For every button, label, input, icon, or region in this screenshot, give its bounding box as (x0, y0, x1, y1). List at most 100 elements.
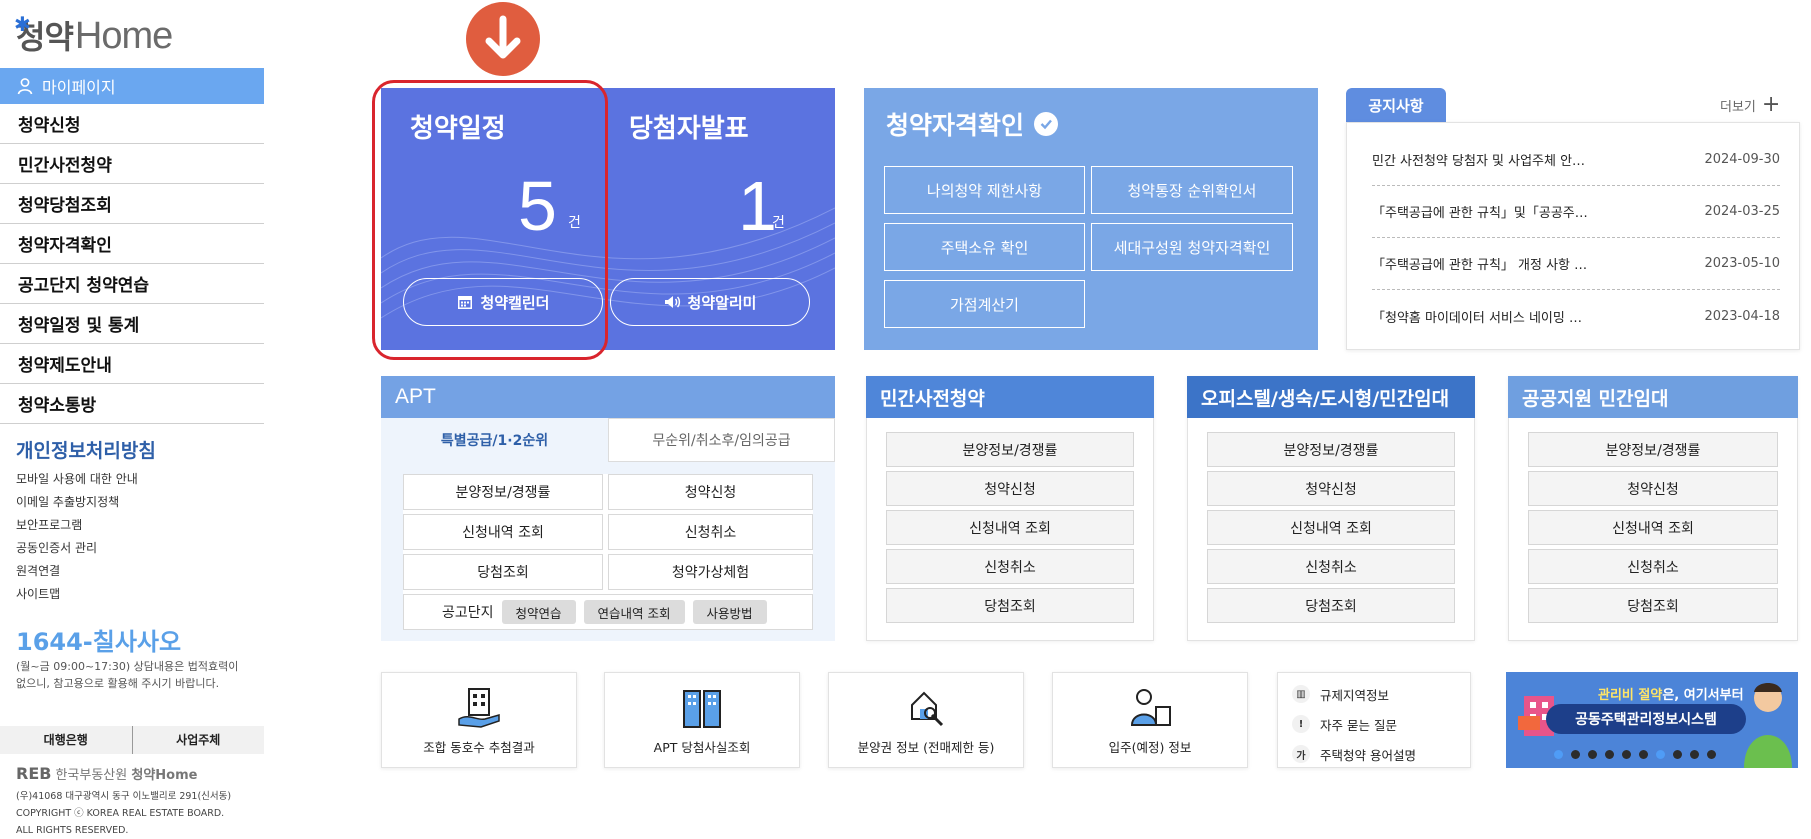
cat2-cancel-button[interactable]: 신청취소 (1207, 549, 1455, 584)
account-rank-button[interactable]: 청약통장 순위확인서 (1091, 166, 1293, 214)
apt-history-button[interactable]: 신청내역 조회 (403, 514, 603, 550)
cat1-history-button[interactable]: 신청내역 조회 (886, 510, 1134, 545)
public-rental-header: 공공지원 민간임대 (1508, 376, 1798, 418)
cat3-history-button[interactable]: 신청내역 조회 (1528, 510, 1778, 545)
cat3-apply-button[interactable]: 청약신청 (1528, 471, 1778, 506)
house-ownership-button[interactable]: 주택소유 확인 (884, 223, 1085, 271)
menu-item-qualification[interactable]: 청약자격확인 (0, 224, 264, 264)
cat2-apply-button[interactable]: 청약신청 (1207, 471, 1455, 506)
regulated-area-link[interactable]: ▥ 규제지역정보 (1292, 679, 1470, 709)
cat2-history-button[interactable]: 신청내역 조회 (1207, 510, 1455, 545)
apt-virtual-button[interactable]: 청약가상체험 (608, 554, 813, 590)
my-restriction-button[interactable]: 나의청약 제한사항 (884, 166, 1085, 214)
tab-no-rank[interactable]: 무순위/취소후/임의공급 (608, 418, 835, 462)
notice-item[interactable]: 「청약홈 마이데이터 서비스 네이밍 … 2023-04-18 (1372, 290, 1780, 342)
footer-links: 모바일 사용에 대한 안내 이메일 추출방지정책 보안프로그램 공동인증서 관리… (16, 468, 138, 606)
address: (우)41068 대구광역시 동구 이노밸리로 291(신서동) (16, 791, 232, 802)
quick-label: 분양권 정보 (전매제한 등) (857, 740, 995, 755)
quick-move-in-info[interactable]: 입주(예정) 정보 (1052, 672, 1248, 768)
alert-button[interactable]: 청약알리미 (610, 278, 810, 326)
person-icon (17, 78, 33, 95)
apt-header: APT (381, 376, 835, 418)
practice-history-button[interactable]: 연습내역 조회 (583, 600, 685, 624)
quick-label: APT 당첨사실조회 (653, 740, 751, 755)
info-link-label: 주택청약 용어설명 (1320, 747, 1416, 763)
site-logo[interactable]: ✱ 청약 Home (14, 12, 173, 58)
tab-special-supply[interactable]: 특별공급/1·2순위 (381, 418, 608, 462)
notice-item[interactable]: 민간 사전청약 당첨자 및 사업주체 안… 2024-09-30 (1372, 134, 1780, 186)
cat2-winner-button[interactable]: 당첨조회 (1207, 588, 1455, 623)
apt-title: APT (395, 385, 436, 408)
pager-dot[interactable] (1690, 750, 1699, 759)
cat1-apply-button[interactable]: 청약신청 (886, 471, 1134, 506)
practice-button[interactable]: 청약연습 (501, 600, 576, 624)
pager-dot[interactable] (1605, 750, 1614, 759)
winners-title: 당첨자발표 (629, 114, 749, 144)
email-policy-link[interactable]: 이메일 추출방지정책 (16, 491, 138, 514)
address-block: (우)41068 대구광역시 동구 이노밸리로 291(신서동) COPYRIG… (16, 788, 256, 839)
promo-banner[interactable]: 관리비 절약은, 여기서부터 공동주택관리정보시스템 (1506, 672, 1798, 768)
practice-guide-button[interactable]: 사용방법 (692, 600, 767, 624)
notice-title: 「주택공급에 관한 규칙」및「공공주… (1372, 206, 1588, 221)
pager-dot[interactable] (1707, 750, 1716, 759)
phone-note: (월~금 09:00~17:30) 상담내용은 법적효력이 없으니, 참고용으로… (16, 660, 239, 690)
pager-dot[interactable] (1673, 750, 1682, 759)
quick-presale-right[interactable]: 분양권 정보 (전매제한 등) (828, 672, 1024, 768)
cat1-winner-button[interactable]: 당첨조회 (886, 588, 1134, 623)
apt-apply-button[interactable]: 청약신청 (608, 474, 813, 510)
menu-item-community[interactable]: 청약소통방 (0, 384, 264, 424)
menu-item-practice[interactable]: 공고단지 청약연습 (0, 264, 264, 304)
menu-item-schedule-stats[interactable]: 청약일정 및 통계 (0, 304, 264, 344)
security-program-link[interactable]: 보안프로그램 (16, 514, 138, 537)
sitemap-link[interactable]: 사이트맵 (16, 583, 138, 606)
pager-dot[interactable] (1571, 750, 1580, 759)
notice-item[interactable]: 「주택공급에 관한 규칙」및「공공주… 2024-03-25 (1372, 186, 1780, 238)
apartment-icon (683, 690, 721, 728)
mypage-button[interactable]: 마이페이지 (0, 68, 264, 104)
apt-winner-button[interactable]: 당첨조회 (403, 554, 603, 590)
faq-link[interactable]: ! 자주 묻는 질문 (1292, 709, 1470, 739)
certificate-link[interactable]: 공동인증서 관리 (16, 537, 138, 560)
quick-apt-win-check[interactable]: APT 당첨사실조회 (604, 672, 800, 768)
menu-item-apply[interactable]: 청약신청 (0, 104, 264, 144)
apt-cancel-button[interactable]: 신청취소 (608, 514, 813, 550)
public-rental-title: 공공지원 민간임대 (1522, 387, 1669, 410)
cat3-sale-info-button[interactable]: 분양정보/경쟁률 (1528, 432, 1778, 467)
menu-item-system-guide[interactable]: 청약제도안내 (0, 344, 264, 384)
notice-title: 「청약홈 마이데이터 서비스 네이밍 … (1372, 310, 1582, 326)
privacy-policy-link[interactable]: 개인정보처리방침 (16, 436, 156, 463)
business-button[interactable]: 사업주체 (131, 726, 265, 754)
reb-mark: REB (16, 764, 52, 783)
score-calculator-button[interactable]: 가점계산기 (884, 280, 1085, 328)
cat1-sale-info-button[interactable]: 분양정보/경쟁률 (886, 432, 1134, 467)
mobile-guide-link[interactable]: 모바일 사용에 대한 안내 (16, 468, 138, 491)
pager-dot[interactable] (1656, 750, 1665, 759)
cat1-cancel-button[interactable]: 신청취소 (886, 549, 1134, 584)
main-menu: 청약신청 민간사전청약 청약당첨조회 청약자격확인 공고단지 청약연습 청약일정… (0, 104, 264, 424)
glossary-link[interactable]: 가 주택청약 용어설명 (1292, 739, 1470, 769)
household-qualification-button[interactable]: 세대구성원 청약자격확인 (1091, 223, 1293, 271)
private-pre-sale-header: 민간사전청약 (866, 376, 1154, 418)
cat3-cancel-button[interactable]: 신청취소 (1528, 549, 1778, 584)
pager-dot[interactable] (1639, 750, 1648, 759)
cat2-sale-info-button[interactable]: 분양정보/경쟁률 (1207, 432, 1455, 467)
menu-item-winner-check[interactable]: 청약당첨조회 (0, 184, 264, 224)
notice-item[interactable]: 「주택공급에 관한 규칙」 개정 사항 … 2023-05-10 (1372, 238, 1780, 290)
pager-dot[interactable] (1588, 750, 1597, 759)
qualification-title: 청약자격확인 (886, 106, 1059, 142)
pager-dot[interactable] (1554, 750, 1563, 759)
sidebar: ✱ 청약 Home 마이페이지 청약신청 민간사전청약 청약당첨조회 청약자격확… (0, 0, 264, 836)
building-hand-icon (458, 688, 500, 728)
winners-count[interactable]: 1 (738, 166, 777, 246)
phone-prefix: 1644- (16, 628, 93, 656)
menu-item-private-pre-sale[interactable]: 민간사전청약 (0, 144, 264, 184)
pager-dot[interactable] (1622, 750, 1631, 759)
remote-link[interactable]: 원격연결 (16, 560, 138, 583)
more-link[interactable]: 더보기 + (1720, 94, 1780, 116)
bank-button[interactable]: 대행은행 (0, 726, 132, 754)
apt-sale-info-button[interactable]: 분양정보/경쟁률 (403, 474, 603, 510)
quick-union-lottery[interactable]: 조합 동호수 추첨결과 (381, 672, 577, 768)
notice-tab[interactable]: 공지사항 (1346, 88, 1446, 122)
winners-unit: 건 (772, 215, 785, 231)
cat3-winner-button[interactable]: 당첨조회 (1528, 588, 1778, 623)
